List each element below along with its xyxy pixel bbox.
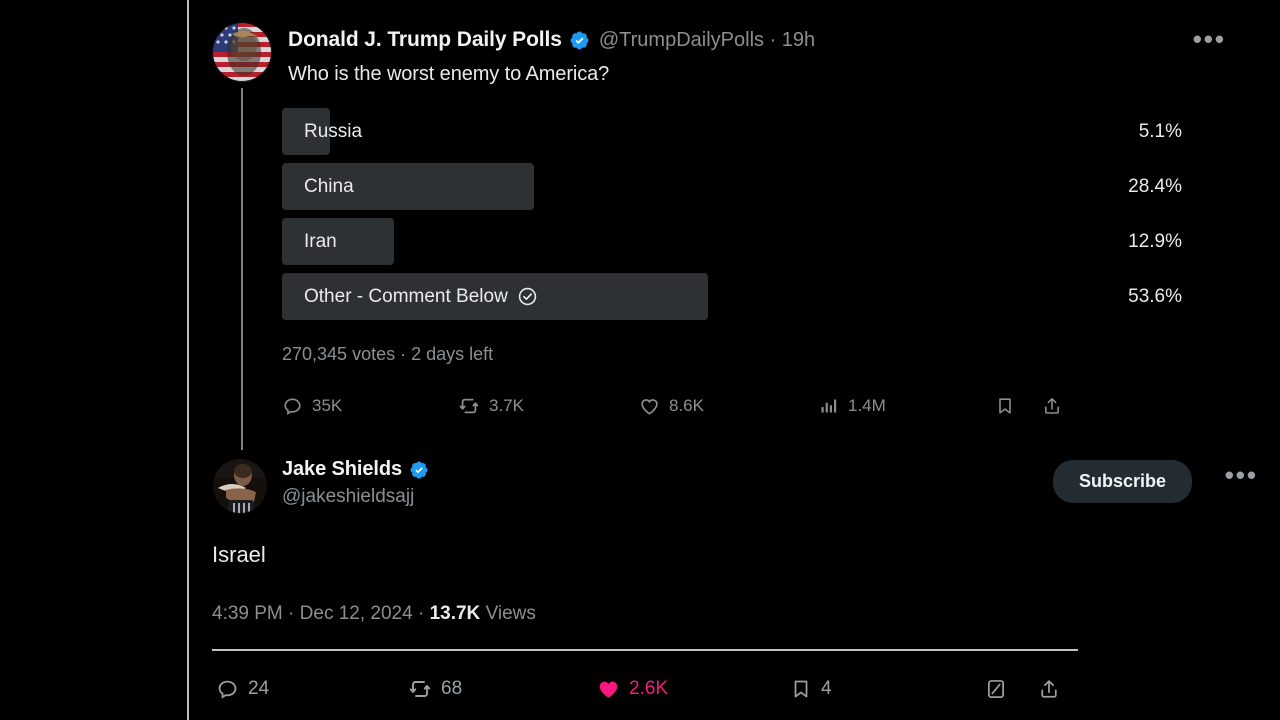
grok-action[interactable]	[985, 673, 1007, 705]
heart-icon-filled	[597, 678, 620, 701]
retweet-icon	[408, 677, 432, 701]
views-count: 13.7K	[429, 603, 481, 624]
poll-option-label: Russia	[304, 108, 362, 155]
reply-action[interactable]: 24	[216, 673, 269, 705]
verified-badge-icon	[569, 30, 590, 51]
parent-tweet-header: Donald J. Trump Daily Polls @TrumpDailyP…	[288, 26, 1248, 52]
share-action[interactable]	[1038, 673, 1060, 705]
divider	[212, 649, 1078, 651]
views-count: 1.4M	[848, 396, 886, 415]
thread-connector-line	[241, 88, 243, 450]
grok-icon	[985, 678, 1007, 700]
views-action[interactable]: 1.4M	[819, 390, 886, 422]
main-action-bar: 24 68 2.6K 4	[212, 673, 1078, 707]
avatar[interactable]	[212, 22, 272, 82]
poll-option-row[interactable]: China 28.4%	[282, 163, 1182, 218]
poll-option-label: Iran	[304, 218, 337, 265]
main-display-name: Jake Shields	[282, 458, 402, 480]
poll-option-text: Iran	[304, 231, 337, 252]
like-count: 2.6K	[629, 678, 669, 699]
avatar-image	[212, 458, 268, 514]
main-tweet-timestamp: 4:39 PM · Dec 12, 2024 · 13.7K Views	[212, 603, 536, 625]
retweet-count: 68	[441, 678, 463, 699]
main-tweet-author: Jake Shields @jakeshieldsajj	[282, 458, 429, 508]
views-label: Views	[485, 603, 536, 624]
parent-avatar-column	[212, 22, 276, 82]
poll-selected-check-icon	[518, 287, 537, 306]
poll-option-text: Other - Comment Below	[304, 286, 508, 307]
poll-option-label: Other - Comment Below	[304, 273, 537, 320]
bookmark-count: 4	[821, 678, 832, 699]
share-icon	[1038, 678, 1060, 700]
bookmark-icon	[790, 678, 812, 700]
poll-option-percent: 53.6%	[1128, 286, 1182, 307]
poll-question: Who is the worst enemy to America?	[288, 63, 610, 85]
bookmark-action[interactable]	[995, 390, 1015, 422]
like-action[interactable]: 2.6K	[597, 673, 668, 705]
reply-icon	[282, 396, 303, 417]
reply-action[interactable]: 35K	[282, 390, 342, 422]
poll-option-text: Russia	[304, 121, 363, 142]
poll-option-percent: 5.1%	[1138, 121, 1182, 142]
verified-badge-icon	[409, 460, 429, 480]
poll-option-percent: 12.9%	[1128, 231, 1182, 252]
parent-handle-timestamp: @TrumpDailyPolls · 19h	[598, 28, 816, 51]
reply-icon	[216, 678, 239, 701]
poll-option-label: China	[304, 163, 354, 210]
reply-count: 35K	[312, 396, 343, 415]
reply-count: 24	[248, 678, 270, 699]
retweet-count: 3.7K	[489, 396, 524, 415]
tweet-time: 4:39 PM	[212, 603, 283, 624]
gutter-divider	[187, 0, 189, 720]
heart-icon	[639, 396, 660, 417]
parent-display-name[interactable]: Donald J. Trump Daily Polls	[288, 28, 562, 52]
retweet-action[interactable]: 68	[408, 673, 462, 705]
app-screen: Donald J. Trump Daily Polls @TrumpDailyP…	[0, 0, 1280, 720]
subscribe-button[interactable]: Subscribe	[1052, 460, 1192, 503]
left-gutter	[0, 0, 188, 720]
poll-meta: 270,345 votes · 2 days left	[282, 344, 494, 364]
like-count: 8.6K	[669, 396, 704, 415]
bookmark-action[interactable]: 4	[790, 673, 832, 705]
more-horizontal-icon[interactable]: •••	[1193, 26, 1226, 52]
retweet-icon	[458, 395, 480, 417]
views-chart-icon	[819, 396, 839, 416]
poll-option-row[interactable]: Other - Comment Below 53.6%	[282, 273, 1182, 328]
main-display-name-row[interactable]: Jake Shields	[282, 458, 429, 481]
dot-separator: ·	[288, 603, 300, 624]
avatar-image	[212, 22, 272, 82]
like-action[interactable]: 8.6K	[639, 390, 704, 422]
main-handle[interactable]: @jakeshieldsajj	[282, 486, 429, 508]
share-action[interactable]	[1042, 390, 1062, 422]
parent-action-bar: 35K 3.7K 8.6K 1.4M	[282, 390, 1172, 424]
more-horizontal-icon[interactable]: •••	[1225, 462, 1258, 488]
avatar[interactable]	[212, 458, 268, 514]
poll[interactable]: Russia 5.1% China 28.4% Iran 12.9% Other…	[282, 108, 1182, 328]
poll-option-row[interactable]: Russia 5.1%	[282, 108, 1182, 163]
retweet-action[interactable]: 3.7K	[458, 390, 524, 422]
share-icon	[1042, 396, 1062, 416]
poll-option-percent: 28.4%	[1128, 176, 1182, 197]
main-tweet-text: Israel	[212, 542, 266, 567]
poll-bar	[282, 218, 394, 265]
dot-separator: ·	[417, 603, 430, 624]
bookmark-icon	[995, 396, 1015, 416]
tweet-date: Dec 12, 2024	[299, 603, 413, 624]
poll-option-text: China	[304, 176, 354, 197]
timeline-column: Donald J. Trump Daily Polls @TrumpDailyP…	[190, 0, 1280, 720]
poll-option-row[interactable]: Iran 12.9%	[282, 218, 1182, 273]
